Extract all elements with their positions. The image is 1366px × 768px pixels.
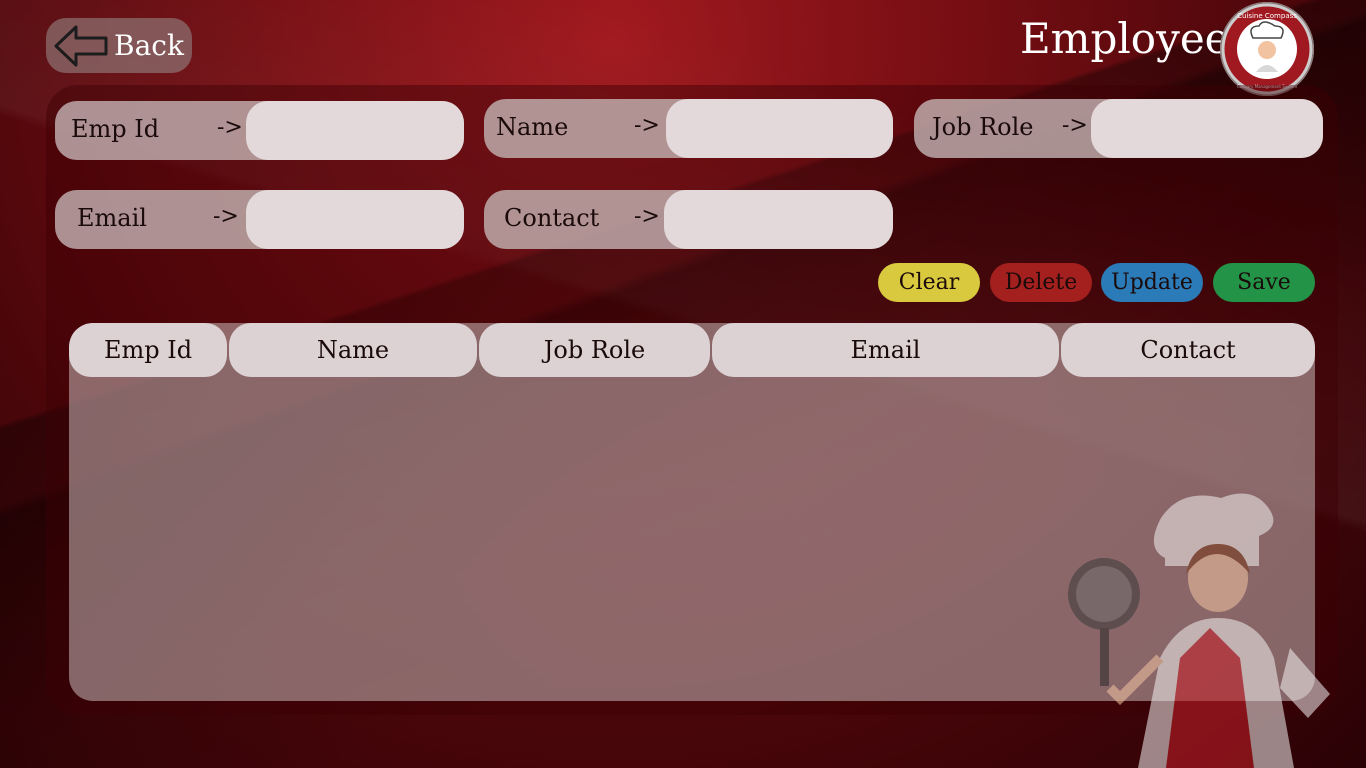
- job-role-arrow: ->: [1062, 113, 1088, 138]
- cuisine-compass-logo: Cuisine Compass Culinary Management Syst…: [1220, 2, 1314, 96]
- page-title: Employee: [1020, 14, 1230, 63]
- name-field: Name ->: [484, 99, 893, 158]
- employee-table[interactable]: Emp Id Name Job Role Email Contact: [69, 323, 1315, 701]
- name-input[interactable]: [666, 99, 893, 158]
- column-header-job-role[interactable]: Job Role: [479, 323, 710, 377]
- job-role-field: Job Role ->: [914, 99, 1323, 158]
- contact-label: Contact: [504, 204, 600, 232]
- column-header-emp-id[interactable]: Emp Id: [69, 323, 227, 377]
- contact-field: Contact ->: [484, 190, 893, 249]
- email-field: Email ->: [55, 190, 464, 249]
- contact-input[interactable]: [664, 190, 893, 249]
- logo-title-text: Cuisine Compass: [1237, 12, 1297, 20]
- back-button[interactable]: Back: [46, 18, 192, 73]
- table-header: Emp Id Name Job Role Email Contact: [69, 323, 1315, 377]
- column-header-email[interactable]: Email: [712, 323, 1059, 377]
- job-role-label: Job Role: [932, 113, 1034, 141]
- email-arrow: ->: [213, 204, 239, 229]
- email-label: Email: [77, 204, 147, 232]
- email-input[interactable]: [246, 190, 464, 249]
- back-label: Back: [114, 29, 184, 62]
- delete-button[interactable]: Delete: [990, 263, 1092, 302]
- column-header-name[interactable]: Name: [229, 323, 477, 377]
- contact-arrow: ->: [634, 204, 660, 229]
- emp-id-label: Emp Id: [71, 115, 160, 143]
- job-role-input[interactable]: [1091, 99, 1323, 158]
- name-label: Name: [496, 113, 569, 141]
- name-arrow: ->: [634, 113, 660, 138]
- update-button[interactable]: Update: [1101, 263, 1203, 302]
- clear-button[interactable]: Clear: [878, 263, 980, 302]
- save-button[interactable]: Save: [1213, 263, 1315, 302]
- emp-id-input[interactable]: [246, 101, 464, 160]
- back-arrow-icon: [54, 25, 108, 66]
- column-header-contact[interactable]: Contact: [1061, 323, 1315, 377]
- emp-id-field: Emp Id ->: [55, 101, 464, 160]
- emp-id-arrow: ->: [217, 115, 243, 140]
- logo-chef-icon: Cuisine Compass Culinary Management Syst…: [1221, 3, 1313, 95]
